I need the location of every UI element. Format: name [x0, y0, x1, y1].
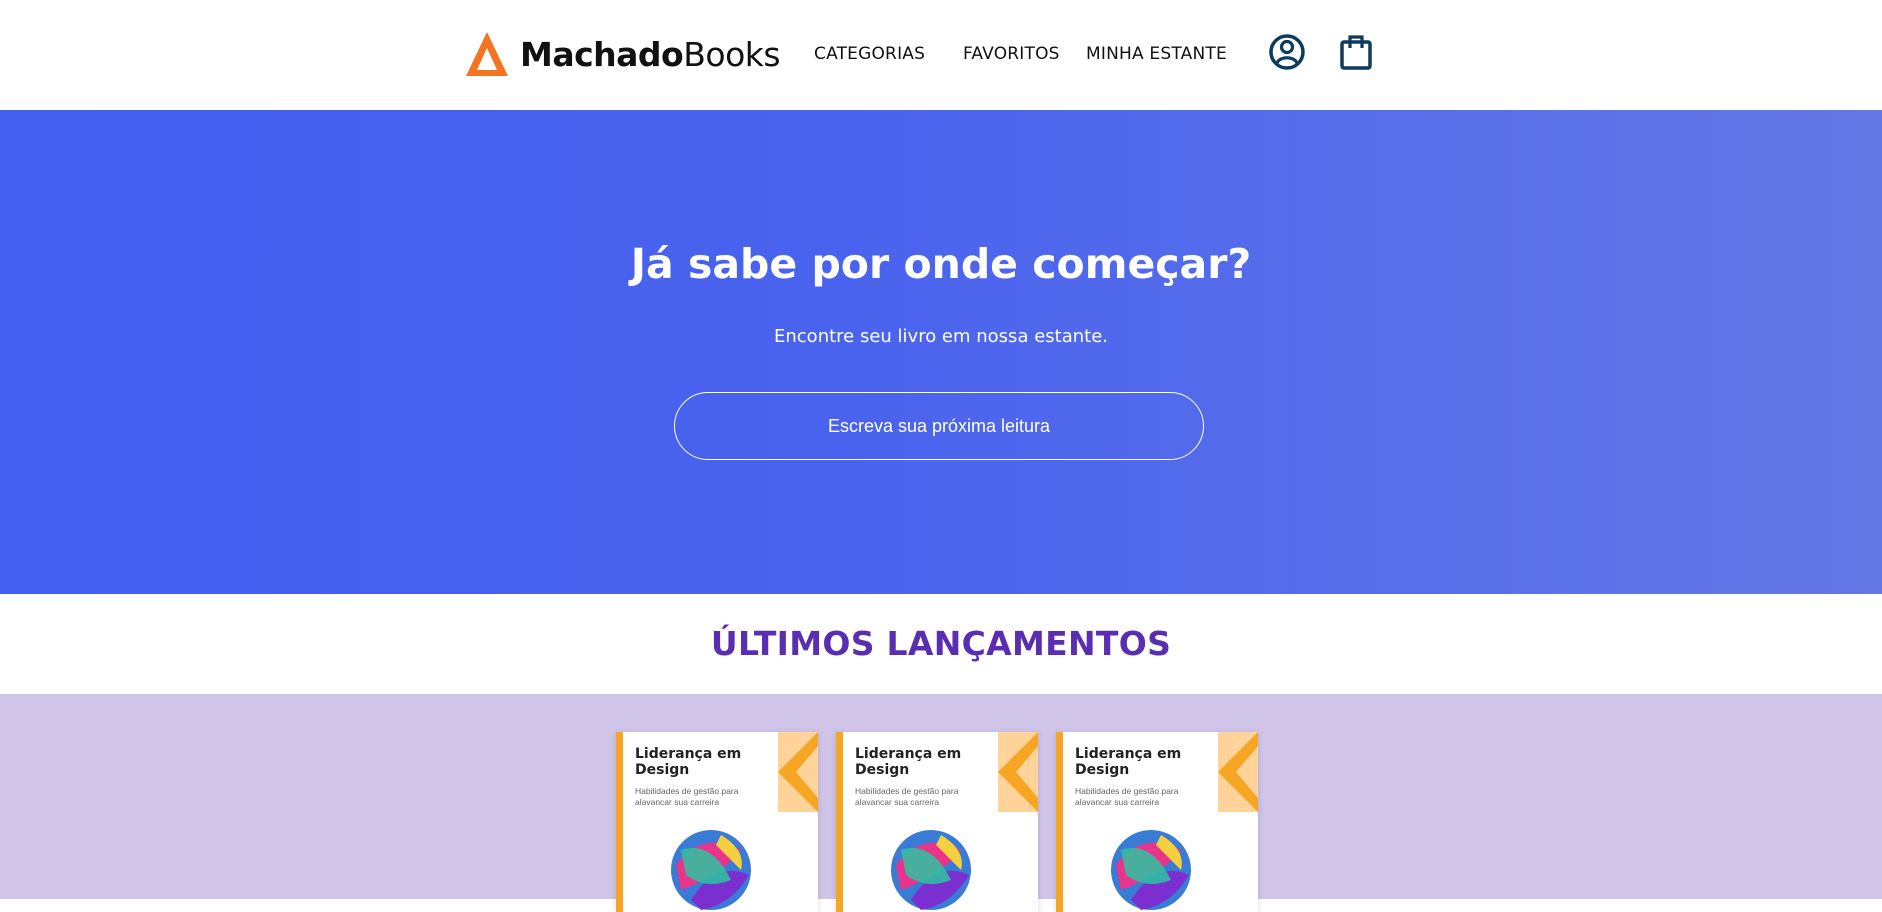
cover-art-image	[671, 830, 751, 910]
latest-releases-strip: Liderança em Design Habilidades de gestã…	[0, 694, 1882, 912]
book-card[interactable]: Liderança em Design Habilidades de gestã…	[616, 732, 818, 912]
book-card[interactable]: Liderança em Design Habilidades de gestã…	[1056, 732, 1258, 912]
user-circle-icon[interactable]	[1266, 30, 1308, 74]
book-title: Liderança em Design	[1075, 746, 1182, 778]
triangle-logo-icon	[466, 32, 508, 76]
cover-art-image	[891, 830, 971, 910]
brand-logo[interactable]: MachadoBooks	[464, 30, 781, 78]
cover-art-image	[1111, 830, 1191, 910]
chevron-left-icon	[778, 732, 818, 812]
book-card[interactable]: Liderança em Design Habilidades de gestã…	[836, 732, 1038, 912]
site-header: MachadoBooks CATEGORIAS FAVORITOS MINHA …	[0, 0, 1882, 110]
chevron-left-icon	[998, 732, 1038, 812]
latest-releases-title: ÚLTIMOS LANÇAMENTOS	[710, 624, 1172, 663]
book-title: Liderança em Design	[855, 746, 962, 778]
book-subtitle: Habilidades de gestão para alavancar sua…	[855, 786, 959, 807]
search-input[interactable]	[674, 392, 1204, 460]
nav-favorites[interactable]: FAVORITOS	[963, 44, 1060, 64]
hero-subtitle: Encontre seu livro em nossa estante.	[774, 326, 1108, 347]
nav-my-shelf[interactable]: MINHA ESTANTE	[1086, 44, 1227, 64]
book-subtitle: Habilidades de gestão para alavancar sua…	[1075, 786, 1179, 807]
book-title: Liderança em Design	[635, 746, 742, 778]
hero-title: Já sabe por onde começar?	[630, 240, 1252, 288]
book-subtitle: Habilidades de gestão para alavancar sua…	[635, 786, 739, 807]
brand-name: MachadoBooks	[520, 34, 781, 74]
shopping-bag-icon[interactable]	[1335, 30, 1377, 74]
chevron-left-icon	[1218, 732, 1258, 812]
hero-banner: Já sabe por onde começar? Encontre seu l…	[0, 110, 1882, 594]
nav-categories[interactable]: CATEGORIAS	[814, 44, 925, 64]
